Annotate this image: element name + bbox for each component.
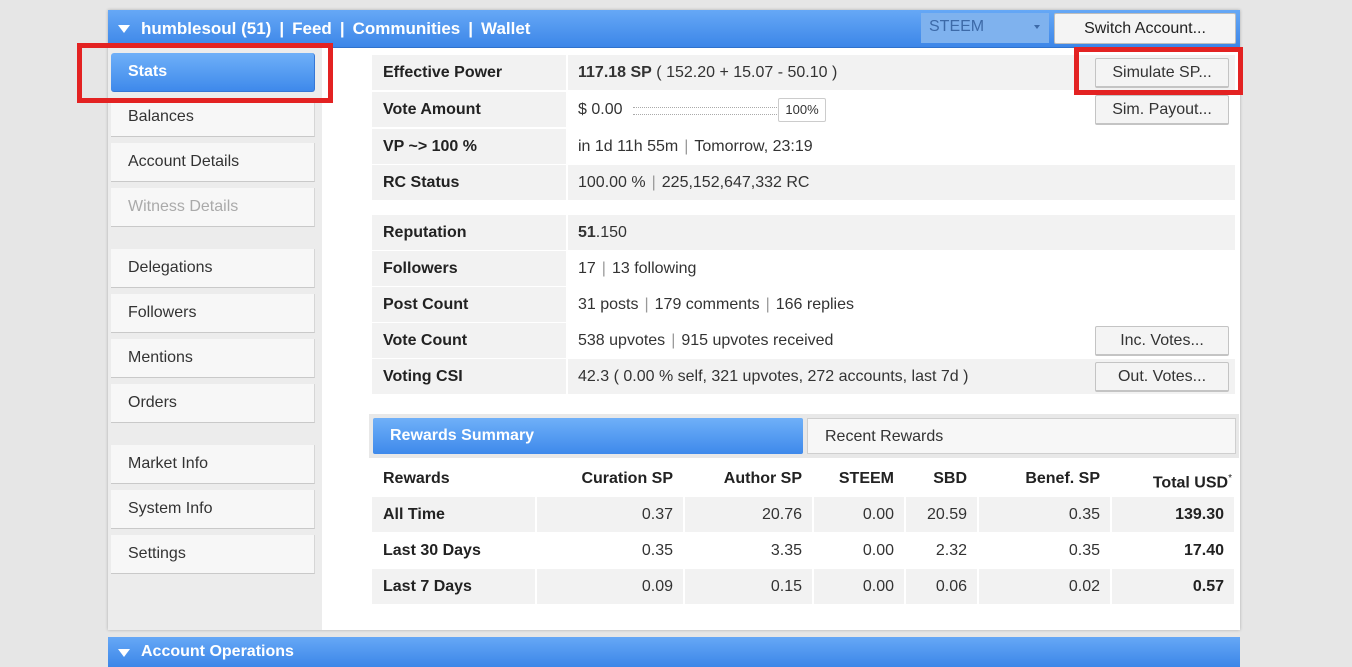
sidebar-item-witness-details: Witness Details <box>111 188 315 227</box>
vp-eta: in 1d 11h 55m <box>578 138 679 155</box>
table-cell-total: 139.30 <box>1112 497 1234 532</box>
vp-time: Tomorrow, 23:19 <box>694 138 813 155</box>
footnote-mark: * <box>1228 473 1232 484</box>
inc-votes-button[interactable]: Inc. Votes... <box>1095 326 1229 356</box>
stat-label: Effective Power <box>372 55 566 90</box>
table-cell: 0.35 <box>641 542 673 559</box>
nav-wallet[interactable]: Wallet <box>481 19 530 38</box>
table-cell: 3.35 <box>770 542 802 559</box>
nav-communities[interactable]: Communities <box>353 19 461 38</box>
account-name[interactable]: humblesoul (51) <box>141 19 271 38</box>
replies-count: 166 replies <box>775 296 855 313</box>
upvotes-received: 915 upvotes received <box>681 332 834 349</box>
table-row-label: Last 7 Days <box>372 569 535 604</box>
stat-value: in 1d 11h 55m | Tomorrow, 23:19 <box>568 129 1235 164</box>
table-header: Curation SP <box>581 470 673 487</box>
collapse-triangle-icon[interactable] <box>118 25 130 33</box>
stat-label: Vote Amount <box>372 92 566 127</box>
table-header: STEEM <box>838 470 894 487</box>
effective-power-breakdown: ( 152.20 + 15.07 - 50.10 ) <box>651 64 838 81</box>
table-cell: 0.35 <box>1068 542 1100 559</box>
vote-weight-percent: 100% <box>778 98 826 122</box>
table-cell: 0.15 <box>685 569 812 604</box>
rc-percent: 100.00 % <box>578 174 646 191</box>
stat-value: 17 | 13 following <box>568 251 1235 286</box>
table-cell: 0.06 <box>906 569 977 604</box>
following-count: 13 following <box>611 260 697 277</box>
table-cell: 20.59 <box>906 497 977 532</box>
top-nav: humblesoul (51) | Feed | Communities | Wallet <box>141 19 531 38</box>
table-header: Benef. SP <box>1025 470 1100 487</box>
currency-value: STEEM <box>929 18 985 35</box>
table-header: Total USD* <box>1112 461 1234 496</box>
out-votes-button[interactable]: Out. Votes... <box>1095 362 1229 392</box>
effective-power-sp: 117.18 SP <box>578 64 652 81</box>
table-header: Rewards <box>383 470 450 487</box>
follower-count: 17 <box>578 260 596 277</box>
stat-row-post-count: Post Count 31 posts | 179 comments | 166 rep… <box>372 287 1235 322</box>
stat-value: 31 posts | 179 comments | 166 replies <box>568 287 1235 322</box>
sidebar-item-followers[interactable]: Followers <box>111 294 315 333</box>
sidebar-item-settings[interactable]: Settings <box>111 535 315 574</box>
table-cell: 2.32 <box>935 542 967 559</box>
table-cell: 20.76 <box>685 497 812 532</box>
stat-label: Followers <box>372 251 566 286</box>
dropdown-caret-icon <box>1034 25 1040 29</box>
table-cell-total: 0.57 <box>1112 569 1234 604</box>
upvotes-count: 538 upvotes <box>578 332 666 349</box>
stat-value: 51.150 <box>568 215 1235 250</box>
sim-payout-button[interactable]: Sim. Payout... <box>1095 95 1229 125</box>
nav-feed[interactable]: Feed <box>292 19 332 38</box>
sidebar-item-balances[interactable]: Balances <box>111 98 315 137</box>
posts-count: 31 posts <box>578 296 639 313</box>
table-header: SBD <box>933 470 967 487</box>
table-cell: 0.00 <box>814 569 904 604</box>
sidebar-item-account-details[interactable]: Account Details <box>111 143 315 182</box>
account-operations-bar[interactable]: Account Operations <box>108 637 1240 667</box>
table-cell-total: 17.40 <box>1183 542 1224 559</box>
account-operations-title: Account Operations <box>141 643 294 660</box>
sidebar-item-system-info[interactable]: System Info <box>111 490 315 529</box>
table-header: Author SP <box>723 470 802 487</box>
highlight-box-stats <box>77 43 333 103</box>
reputation-decimal: .150 <box>595 224 627 241</box>
table-row-label: All Time <box>372 497 535 532</box>
sidebar-item-mentions[interactable]: Mentions <box>111 339 315 378</box>
tab-recent-rewards[interactable]: Recent Rewards <box>807 418 1236 454</box>
tab-rewards-summary[interactable]: Rewards Summary <box>373 418 803 454</box>
stat-value: 100.00 % | 225,152,647,332 RC <box>568 165 1235 200</box>
sidebar-item-orders[interactable]: Orders <box>111 384 315 423</box>
comments-count: 179 comments <box>654 296 760 313</box>
table-cell: 0.00 <box>814 497 904 532</box>
switch-account-button[interactable]: Switch Account... <box>1054 13 1236 44</box>
total-usd-header: Total USD <box>1152 474 1229 492</box>
vote-weight-slider[interactable] <box>633 107 777 115</box>
stat-label: Vote Count <box>372 323 566 358</box>
rc-amount: 225,152,647,332 RC <box>661 174 810 191</box>
reputation-whole: 51 <box>578 224 596 241</box>
sidebar-item-delegations[interactable]: Delegations <box>111 249 315 288</box>
table-cell: 0.37 <box>537 497 683 532</box>
stat-row-rc: RC Status 100.00 % | 225,152,647,332 RC <box>372 165 1235 200</box>
stat-label: Reputation <box>372 215 566 250</box>
table-cell: 0.02 <box>979 569 1110 604</box>
table-cell: 0.09 <box>537 569 683 604</box>
table-row-label: Last 30 Days <box>383 542 481 559</box>
stat-label: Voting CSI <box>372 359 566 394</box>
stat-label: RC Status <box>372 165 566 200</box>
currency-select[interactable]: STEEM <box>921 13 1049 43</box>
table-cell: 0.35 <box>979 497 1110 532</box>
sidebar-item-market-info[interactable]: Market Info <box>111 445 315 484</box>
stat-row-reputation: Reputation 51.150 <box>372 215 1235 250</box>
collapse-triangle-icon[interactable] <box>118 649 130 657</box>
table-cell: 0.00 <box>862 542 894 559</box>
highlight-box-simulate-sp <box>1074 47 1243 95</box>
stat-row-followers: Followers 17 | 13 following <box>372 251 1235 286</box>
stat-row-vp: VP ~> 100 % in 1d 11h 55m | Tomorrow, 23:1… <box>372 129 1235 164</box>
stat-label: VP ~> 100 % <box>372 129 566 164</box>
stat-label: Post Count <box>372 287 566 322</box>
